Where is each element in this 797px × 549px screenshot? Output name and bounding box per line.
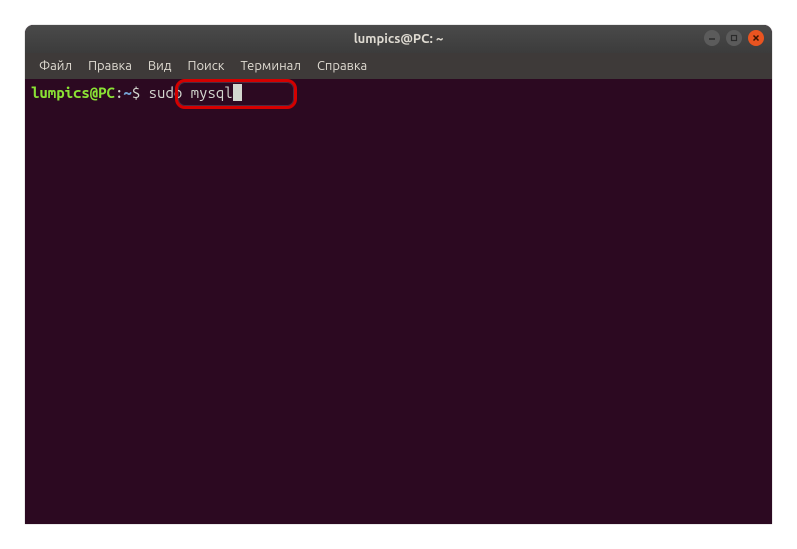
cursor-icon [233,84,242,101]
menubar: Файл Правка Вид Поиск Терминал Справка [25,53,772,79]
minimize-button[interactable] [704,30,720,46]
window-title: lumpics@PC: ~ [354,32,444,46]
close-button[interactable] [748,30,764,46]
maximize-button[interactable] [726,30,742,46]
menu-terminal[interactable]: Терминал [232,55,308,77]
menu-help[interactable]: Справка [309,55,375,77]
prompt-user-host: lumpics@PC [31,83,115,103]
terminal-window: lumpics@PC: ~ Файл Правка Вид Поиск Терм… [25,25,772,524]
window-controls [704,30,764,46]
terminal-body[interactable]: lumpics@PC:~$ sudo mysql [25,79,772,524]
prompt-path: ~ [123,83,131,103]
command-input: sudo mysql [149,83,233,103]
menu-search[interactable]: Поиск [179,55,232,77]
menu-edit[interactable]: Правка [80,55,140,77]
menu-file[interactable]: Файл [31,55,80,77]
terminal-line: lumpics@PC:~$ sudo mysql [31,83,766,103]
menu-view[interactable]: Вид [140,55,180,77]
titlebar[interactable]: lumpics@PC: ~ [25,25,772,53]
prompt-suffix: $ [132,83,149,103]
prompt-colon: : [115,83,123,103]
